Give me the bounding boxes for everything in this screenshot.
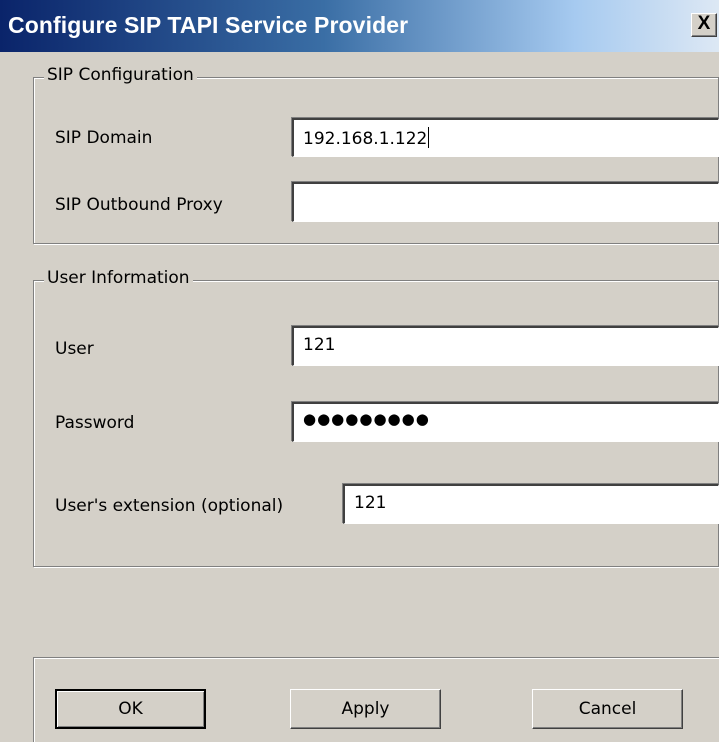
user-information-legend: User Information — [44, 268, 193, 288]
user-value: 121 — [303, 335, 336, 355]
password-value: ●●●●●●●●● — [303, 410, 430, 428]
sip-domain-label: SIP Domain — [55, 128, 153, 148]
password-input[interactable]: ●●●●●●●●● — [292, 402, 719, 442]
sip-domain-value: 192.168.1.122 — [303, 129, 428, 149]
password-label: Password — [55, 413, 135, 433]
close-button[interactable]: X — [691, 13, 717, 37]
user-extension-value: 121 — [354, 493, 387, 513]
text-caret — [428, 127, 430, 148]
close-icon: X — [697, 13, 711, 34]
user-label: User — [55, 339, 94, 359]
title-bar[interactable]: Configure SIP TAPI Service Provider X — [0, 0, 719, 52]
sip-domain-input[interactable]: 192.168.1.122 — [292, 118, 719, 157]
user-extension-label: User's extension (optional) — [55, 496, 284, 516]
apply-button[interactable]: Apply — [290, 689, 441, 729]
user-input[interactable]: 121 — [292, 326, 719, 366]
ok-button[interactable]: OK — [55, 689, 206, 729]
sip-configuration-legend: SIP Configuration — [44, 65, 197, 85]
window-title: Configure SIP TAPI Service Provider — [8, 12, 409, 38]
user-extension-input[interactable]: 121 — [343, 484, 719, 524]
sip-outbound-proxy-input[interactable] — [292, 182, 719, 222]
dialog-window: Configure SIP TAPI Service Provider X SI… — [0, 0, 719, 742]
cancel-button[interactable]: Cancel — [532, 689, 683, 729]
sip-outbound-proxy-label: SIP Outbound Proxy — [55, 195, 223, 215]
